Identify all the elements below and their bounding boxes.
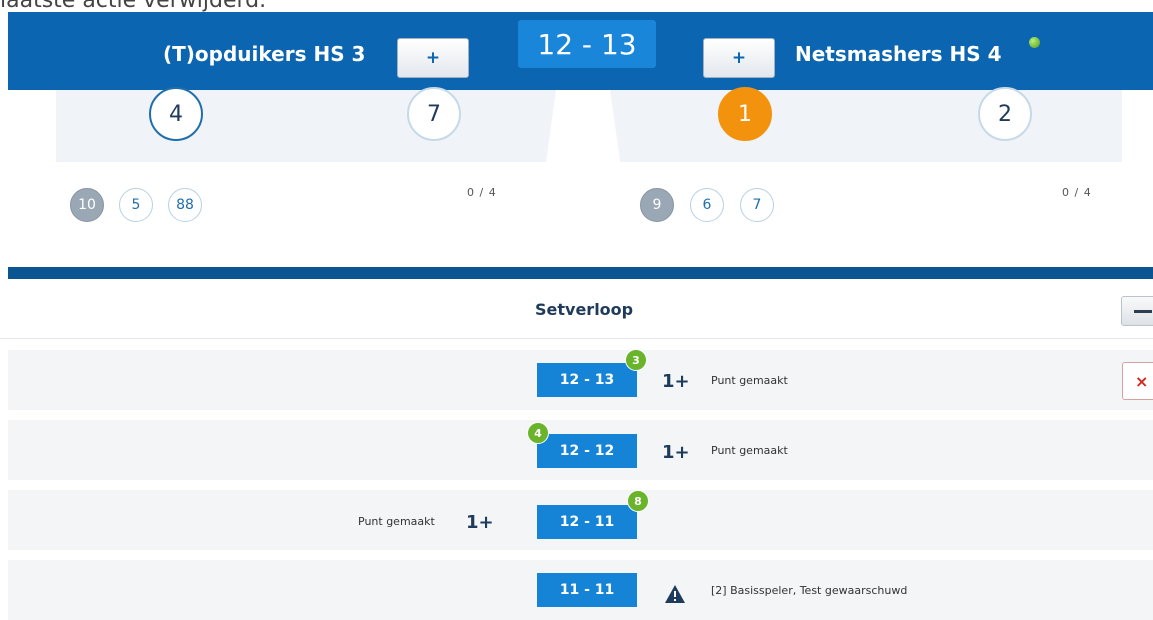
log-row-score: 12 - 11: [537, 505, 637, 539]
log-row-score: 12 - 13: [537, 363, 637, 397]
log-row-score: 12 - 12: [537, 434, 637, 468]
home-add-point-button[interactable]: +: [397, 38, 469, 78]
away-bench-player[interactable]: 7: [740, 188, 774, 222]
home-position-1[interactable]: 4: [149, 87, 203, 141]
home-bench-player[interactable]: 88: [168, 188, 202, 222]
away-position-2[interactable]: 2: [978, 87, 1032, 141]
score-display: 12 - 13: [518, 20, 656, 68]
warning-triangle-icon: [665, 585, 685, 603]
home-bench-player[interactable]: 5: [119, 188, 153, 222]
section-divider: [8, 267, 1153, 279]
home-position-2[interactable]: 7: [407, 87, 461, 141]
setverloop-header: Setverloop: [0, 280, 1153, 339]
away-substitution-count: 0 / 4: [1062, 186, 1092, 199]
setverloop-title: Setverloop: [535, 300, 634, 319]
delete-last-action-button[interactable]: ×: [1122, 362, 1153, 400]
player-number-badge: 3: [625, 349, 647, 371]
online-status-icon: [1029, 37, 1040, 48]
event-description: Punt gemaakt: [711, 444, 788, 457]
away-rotation-panel: [610, 90, 1122, 162]
away-bench-player[interactable]: 9: [640, 188, 674, 222]
point-marker: 1+: [662, 371, 690, 392]
home-team-name: (T)opduikers HS 3: [163, 42, 366, 66]
player-number-badge: 4: [527, 422, 549, 444]
event-description: [2] Basisspeler, Test gewaarschuwd: [711, 584, 908, 597]
home-substitution-count: 0 / 4: [467, 186, 497, 199]
away-position-1-serving[interactable]: 1: [718, 87, 772, 141]
log-row-score: 11 - 11: [537, 573, 637, 607]
point-marker: 1+: [662, 442, 690, 463]
collapse-button[interactable]: [1121, 296, 1153, 326]
away-add-point-button[interactable]: +: [703, 38, 775, 78]
player-number-badge: 8: [627, 490, 649, 512]
away-bench-player[interactable]: 6: [690, 188, 724, 222]
event-description: Punt gemaakt: [711, 374, 788, 387]
away-team-name: Netsmashers HS 4: [795, 42, 1002, 66]
home-rotation-panel: [56, 90, 556, 162]
event-description: Punt gemaakt: [358, 515, 435, 528]
point-marker: 1+: [466, 512, 494, 533]
home-bench-player[interactable]: 10: [70, 188, 104, 222]
